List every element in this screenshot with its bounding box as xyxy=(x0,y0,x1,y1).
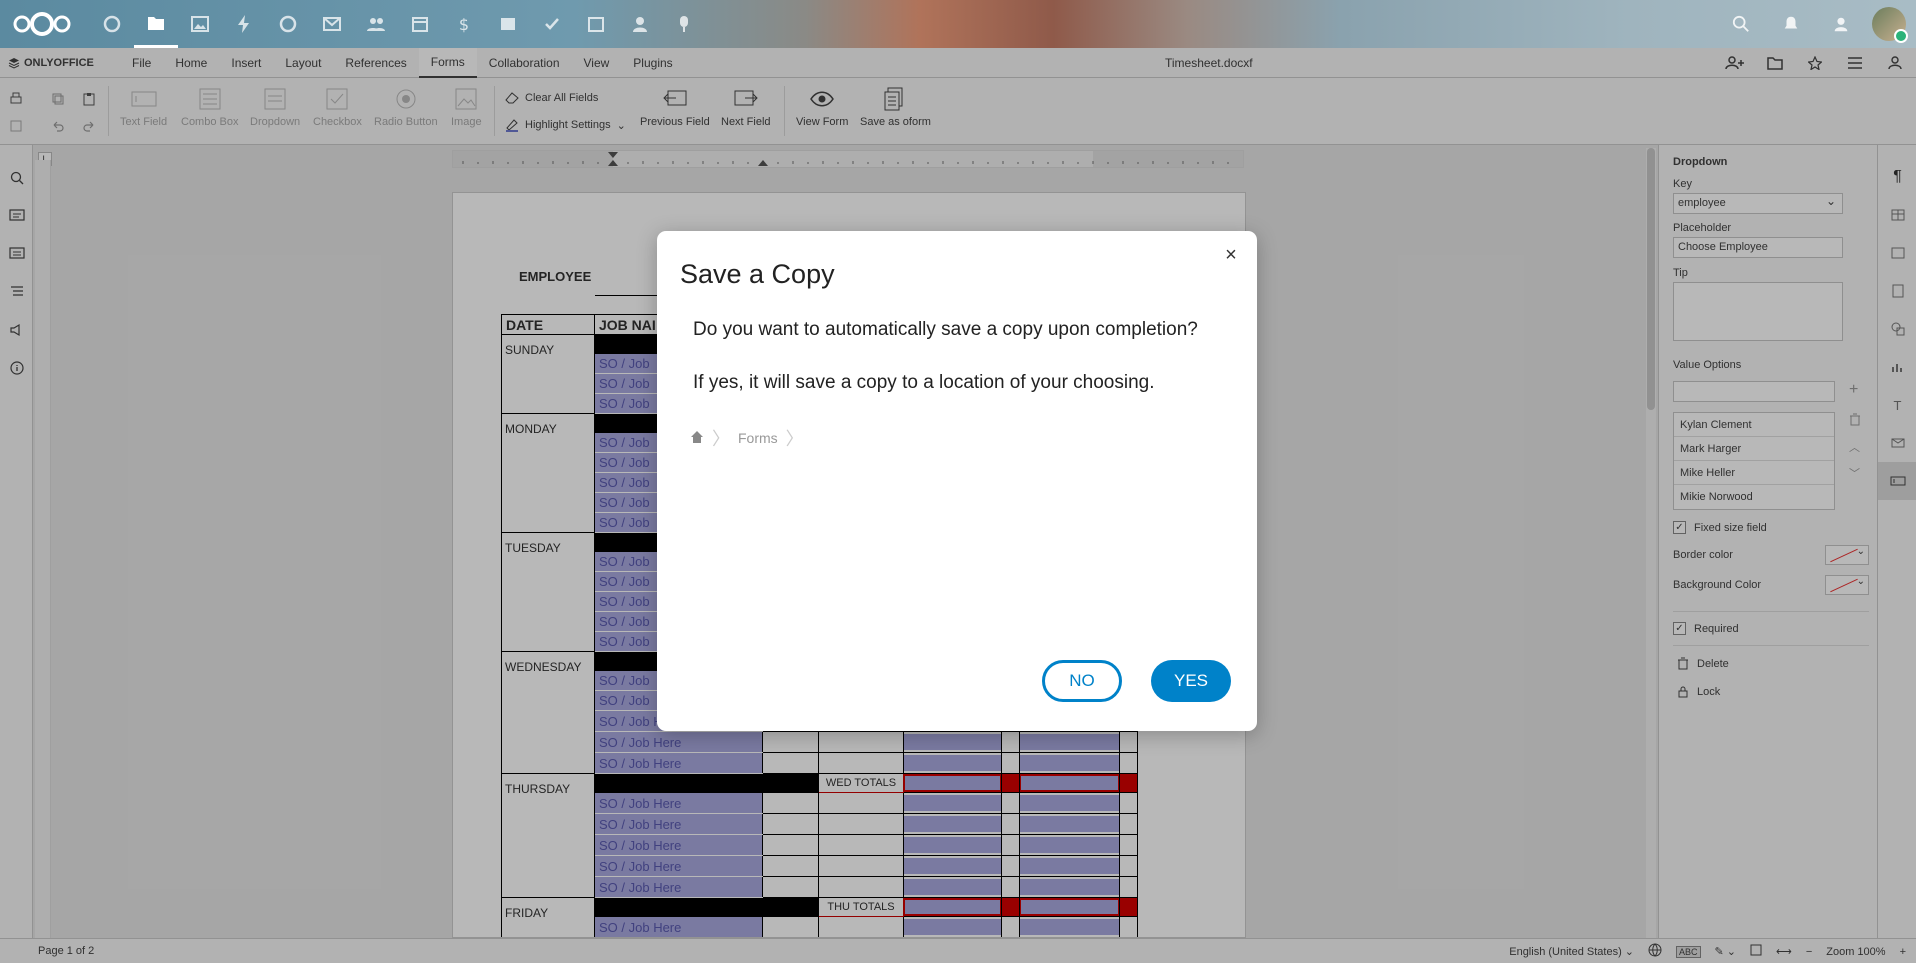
pin-icon[interactable] xyxy=(662,0,706,48)
files-icon[interactable] xyxy=(134,0,178,48)
search-icon[interactable] xyxy=(1716,0,1766,48)
money-icon[interactable]: $ xyxy=(442,0,486,48)
dialog-message-detail: If yes, it will save a copy to a locatio… xyxy=(693,372,1155,393)
nextcloud-logo[interactable] xyxy=(12,10,72,38)
calendar2-icon[interactable] xyxy=(574,0,618,48)
contacts-menu-icon[interactable] xyxy=(1816,0,1866,48)
deck-icon[interactable] xyxy=(486,0,530,48)
breadcrumb-separator: 〉 xyxy=(712,429,730,449)
status-dot xyxy=(1894,29,1908,43)
breadcrumb: 〉 Forms 〉 xyxy=(690,425,804,451)
notifications-icon[interactable] xyxy=(1766,0,1816,48)
dashboard-icon[interactable] xyxy=(90,0,134,48)
avatar[interactable] xyxy=(1872,7,1908,43)
breadcrumb-folder[interactable]: Forms xyxy=(738,430,778,446)
breadcrumb-separator: 〉 xyxy=(785,429,804,449)
svg-text:$: $ xyxy=(459,15,469,34)
dialog-title: Save a Copy xyxy=(680,259,835,289)
yes-button[interactable]: YES xyxy=(1151,660,1231,702)
save-copy-dialog: × Save a Copy Do you want to automatical… xyxy=(657,231,1257,731)
photos-icon[interactable] xyxy=(178,0,222,48)
no-button[interactable]: NO xyxy=(1042,660,1122,702)
tasks-icon[interactable] xyxy=(530,0,574,48)
contacts-icon[interactable] xyxy=(354,0,398,48)
home-icon[interactable] xyxy=(690,430,704,447)
dialog-message: Do you want to automatically save a copy… xyxy=(693,319,1198,340)
user-icon[interactable] xyxy=(618,0,662,48)
activity-icon[interactable] xyxy=(222,0,266,48)
close-icon[interactable]: × xyxy=(1219,243,1243,267)
mail-icon[interactable] xyxy=(310,0,354,48)
search-app-icon[interactable] xyxy=(266,0,310,48)
calendar-icon[interactable] xyxy=(398,0,442,48)
nextcloud-header: $ xyxy=(0,0,1916,48)
